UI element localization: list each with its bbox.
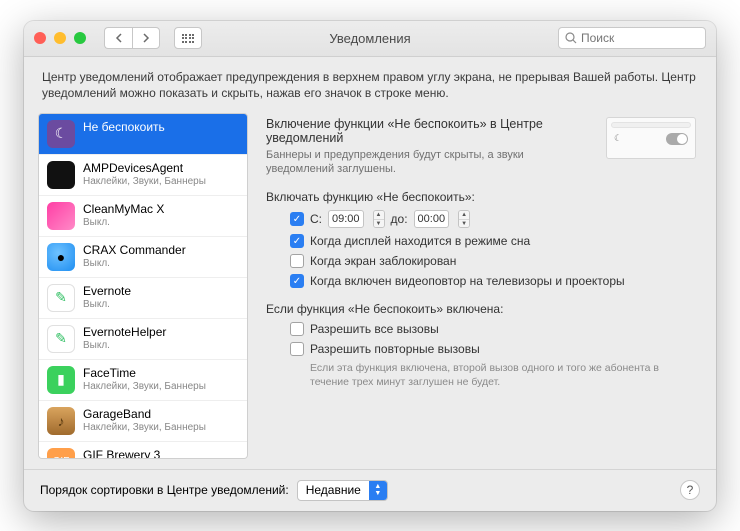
chevron-down-icon: ▼ — [459, 220, 469, 228]
back-button[interactable] — [104, 27, 132, 49]
mini-toggle — [666, 133, 688, 145]
main-content: ☾ Не беспокоить AMPDevicesAgent Наклейки… — [24, 113, 716, 469]
moon-icon: ☾ — [47, 120, 75, 148]
show-all-button[interactable] — [174, 27, 202, 49]
sidebar-item-label: CleanMyMac X — [83, 202, 164, 216]
option-label: Когда дисплей находится в режиме сна — [310, 234, 530, 248]
chevron-left-icon — [115, 33, 123, 43]
chevron-right-icon — [142, 33, 150, 43]
checkbox[interactable] — [290, 342, 304, 356]
sidebar-item-facetime[interactable]: ▮ FaceTime Наклейки, Звуки, Баннеры — [39, 360, 247, 401]
close-window-button[interactable] — [34, 32, 46, 44]
sidebar-item-label: EvernoteHelper — [83, 325, 166, 339]
sidebar-item-sub: Выкл. — [83, 340, 166, 351]
intro-text: Центр уведомлений отображает предупрежде… — [24, 57, 716, 113]
sort-label: Порядок сортировки в Центре уведомлений: — [40, 483, 289, 497]
schedule-section-label: Включать функцию «Не беспокоить»: — [266, 190, 696, 204]
option-mirroring[interactable]: ✓ Когда включен видеоповтор на телевизор… — [290, 274, 696, 288]
select-value: Недавние — [298, 483, 369, 497]
sidebar-item-label: Не беспокоить — [83, 120, 165, 134]
sidebar-item-sub: Выкл. — [83, 258, 186, 269]
forward-button[interactable] — [132, 27, 160, 49]
sidebar-item-gifbrewery[interactable]: GIF GIF Brewery 3 — [39, 442, 247, 459]
preferences-window: Уведомления Центр уведомлений отображает… — [24, 21, 716, 511]
to-label: до: — [391, 212, 408, 226]
option-screen-locked[interactable]: Когда экран заблокирован — [290, 254, 696, 268]
calls-section-label: Если функция «Не беспокоить» включена: — [266, 302, 696, 316]
checkbox[interactable]: ✓ — [290, 274, 304, 288]
from-label: С: — [310, 212, 322, 226]
schedule-row: ✓ С: 09:00 ▲▼ до: 00:00 ▲▼ — [290, 210, 696, 228]
option-display-sleep[interactable]: ✓ Когда дисплей находится в режиме сна — [290, 234, 696, 248]
sidebar-item-label: GIF Brewery 3 — [83, 448, 160, 459]
disk-icon: ● — [47, 243, 75, 271]
evernote-icon: ✎ — [47, 284, 75, 312]
chevron-down-icon: ▼ — [374, 220, 384, 228]
sidebar-item-label: AMPDevicesAgent — [83, 161, 206, 175]
sidebar-item-evernote[interactable]: ✎ Evernote Выкл. — [39, 278, 247, 319]
sidebar-item-label: GarageBand — [83, 407, 206, 421]
sidebar-item-cleanmymac[interactable]: CleanMyMac X Выкл. — [39, 196, 247, 237]
sort-order-select[interactable]: Недавние ▲▼ — [297, 480, 388, 501]
sidebar-item-sub: Наклейки, Звуки, Баннеры — [83, 381, 206, 392]
sidebar-item-crax[interactable]: ● CRAX Commander Выкл. — [39, 237, 247, 278]
sidebar-item-garageband[interactable]: ♪ GarageBand Наклейки, Звуки, Баннеры — [39, 401, 247, 442]
option-label: Когда включен видеоповтор на телевизоры … — [310, 274, 625, 288]
mini-search-bar — [611, 122, 691, 128]
app-list[interactable]: ☾ Не беспокоить AMPDevicesAgent Наклейки… — [38, 113, 248, 459]
option-allow-repeated-calls[interactable]: Разрешить повторные вызовы — [290, 342, 696, 356]
window-title: Уведомления — [329, 31, 410, 46]
option-allow-all-calls[interactable]: Разрешить все вызовы — [290, 322, 696, 336]
sidebar-item-sub: Выкл. — [83, 217, 164, 228]
from-time-value: 09:00 — [332, 213, 360, 225]
to-time-field[interactable]: 00:00 — [414, 210, 450, 228]
sidebar-item-label: CRAX Commander — [83, 243, 186, 257]
grid-icon — [182, 34, 195, 43]
nav-buttons — [104, 27, 160, 49]
minimize-window-button[interactable] — [54, 32, 66, 44]
from-time-field[interactable]: 09:00 — [328, 210, 364, 228]
detail-title: Включение функции «Не беспокоить» в Цент… — [266, 117, 592, 145]
footer: Порядок сортировки в Центре уведомлений:… — [24, 469, 716, 511]
search-icon — [565, 32, 577, 44]
sidebar-item-sub: Выкл. — [83, 299, 131, 310]
checkbox[interactable]: ✓ — [290, 234, 304, 248]
sidebar-item-label: FaceTime — [83, 366, 206, 380]
maximize-window-button[interactable] — [74, 32, 86, 44]
evernote-icon: ✎ — [47, 325, 75, 353]
select-arrows-icon: ▲▼ — [369, 481, 387, 500]
sidebar-item-evernotehelper[interactable]: ✎ EvernoteHelper Выкл. — [39, 319, 247, 360]
schedule-checkbox[interactable]: ✓ — [290, 212, 304, 226]
chevron-up-icon: ▲ — [459, 211, 469, 220]
option-label: Когда экран заблокирован — [310, 254, 456, 268]
facetime-icon: ▮ — [47, 366, 75, 394]
to-stepper[interactable]: ▲▼ — [458, 210, 470, 228]
detail-pane: Включение функции «Не беспокоить» в Цент… — [260, 113, 702, 459]
search-input[interactable] — [581, 31, 699, 45]
notification-center-preview: ☾ — [606, 117, 696, 159]
search-field[interactable] — [558, 27, 706, 49]
sidebar-item-label: Evernote — [83, 284, 131, 298]
from-stepper[interactable]: ▲▼ — [373, 210, 385, 228]
window-controls — [34, 32, 86, 44]
guitar-icon: ♪ — [47, 407, 75, 435]
sidebar-item-sub: Наклейки, Звуки, Баннеры — [83, 176, 206, 187]
checkbox[interactable] — [290, 254, 304, 268]
sidebar-item-do-not-disturb[interactable]: ☾ Не беспокоить — [39, 114, 247, 155]
app-icon: GIF — [47, 448, 75, 459]
sidebar-item-ampdevicesagent[interactable]: AMPDevicesAgent Наклейки, Звуки, Баннеры — [39, 155, 247, 196]
app-icon — [47, 161, 75, 189]
sidebar-item-sub: Наклейки, Звуки, Баннеры — [83, 422, 206, 433]
titlebar: Уведомления — [24, 21, 716, 57]
chevron-up-icon: ▲ — [374, 211, 384, 220]
detail-subtitle: Баннеры и предупреждения будут скрыты, а… — [266, 148, 592, 177]
moon-icon: ☾ — [614, 133, 622, 144]
option-label: Разрешить повторные вызовы — [310, 342, 480, 356]
help-button[interactable]: ? — [680, 480, 700, 500]
option-label: Разрешить все вызовы — [310, 322, 439, 336]
to-time-value: 00:00 — [418, 213, 446, 225]
repeated-calls-description: Если эта функция включена, второй вызов … — [290, 362, 696, 389]
app-icon — [47, 202, 75, 230]
checkbox[interactable] — [290, 322, 304, 336]
